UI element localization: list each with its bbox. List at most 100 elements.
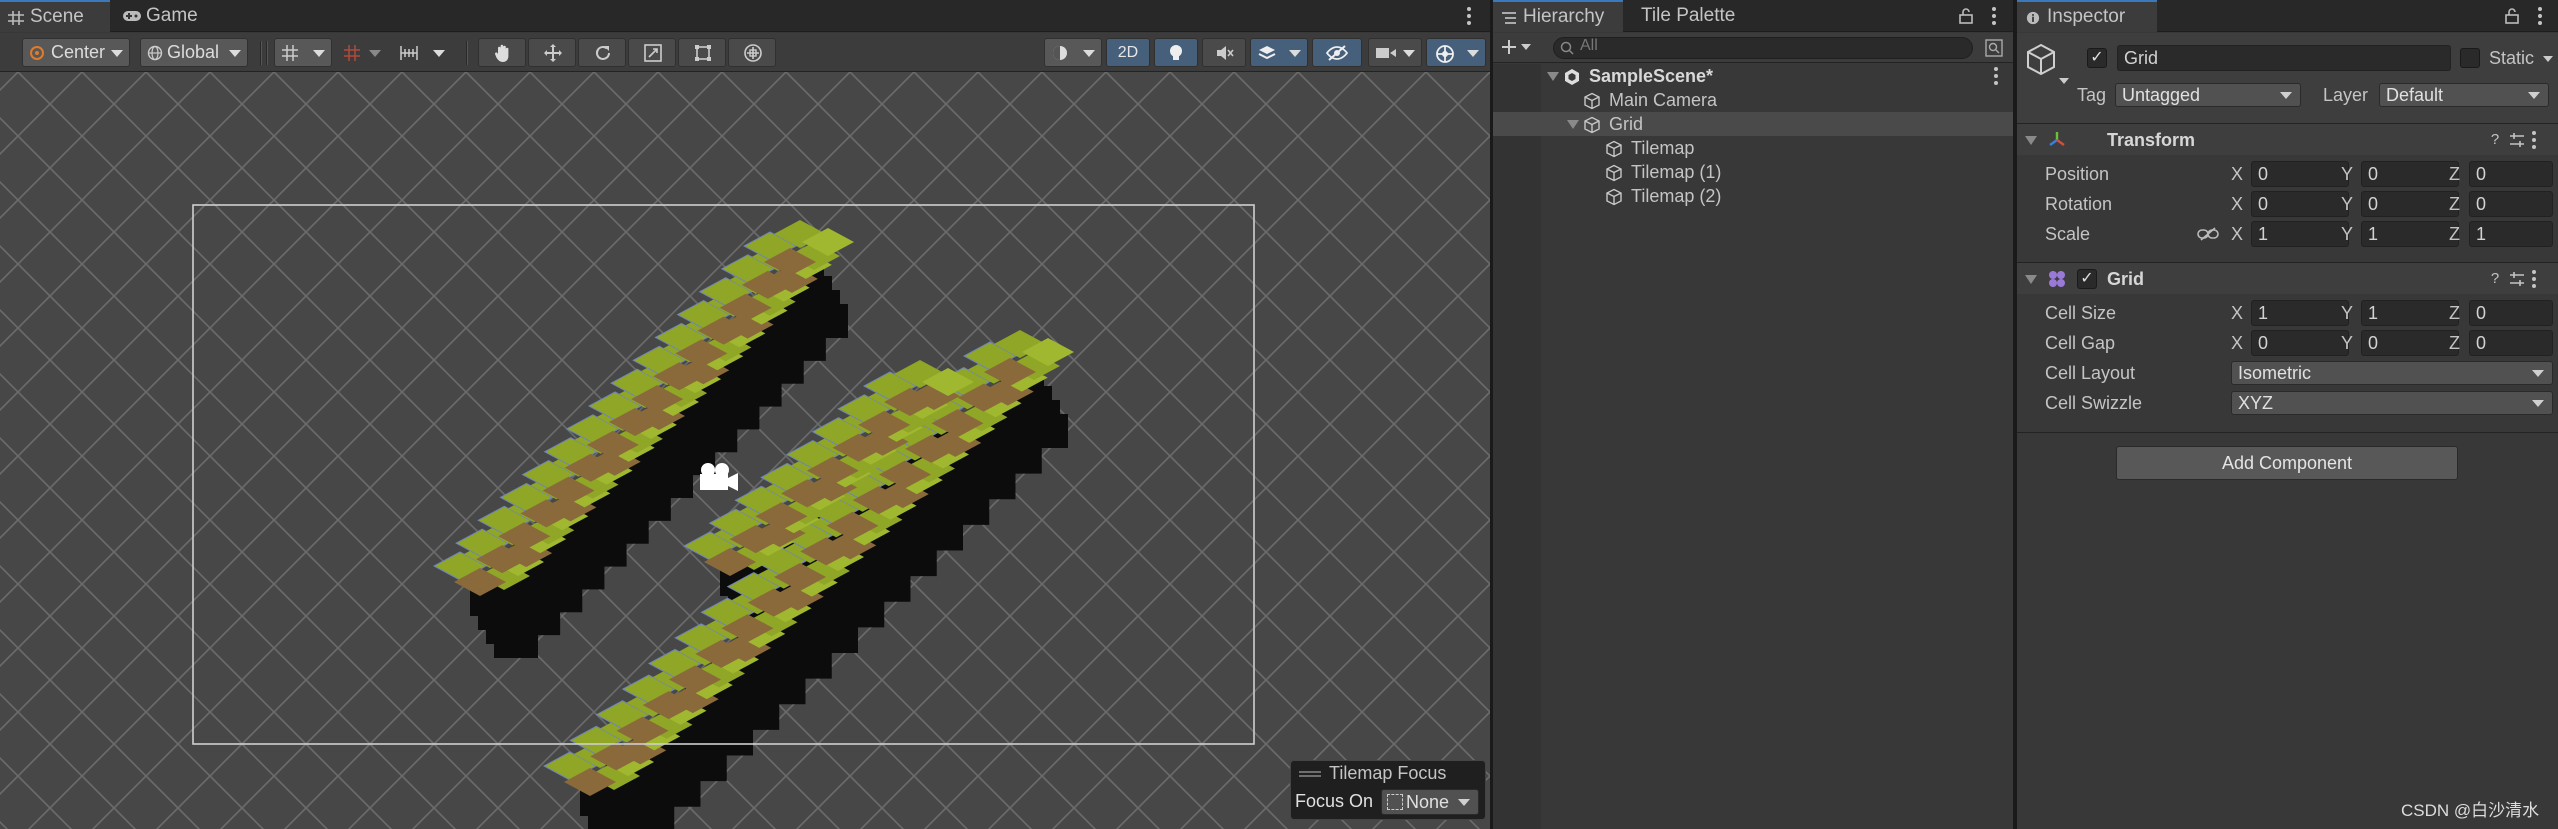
- panel-splitter[interactable]: [1490, 0, 1493, 829]
- scene-options-icon[interactable]: [1993, 66, 1999, 86]
- tab-inspector[interactable]: Inspector: [2017, 0, 2157, 32]
- position-y-field[interactable]: 0: [2361, 161, 2459, 187]
- chevron-down-icon[interactable]: [2543, 56, 2553, 62]
- audio-toggle[interactable]: [1202, 38, 1246, 67]
- help-icon[interactable]: ?: [2487, 132, 2503, 148]
- scene-visibility-toggle[interactable]: [1312, 38, 1362, 67]
- scale-tool-button[interactable]: [628, 38, 676, 67]
- scale-y-field[interactable]: 1: [2361, 221, 2459, 247]
- hierarchy-tabbar: Hierarchy Tile Palette: [1493, 0, 2013, 32]
- hand-tool-button[interactable]: [478, 38, 526, 67]
- grid-component-header[interactable]: ✓ Grid ?: [2017, 262, 2558, 294]
- scene-more-menu-icon[interactable]: [1466, 6, 1472, 26]
- rect-tool-button[interactable]: [678, 38, 726, 67]
- transform-header[interactable]: Transform ?: [2017, 123, 2558, 155]
- tab-game[interactable]: Game: [116, 0, 216, 32]
- hierarchy-row-main-camera[interactable]: Main Camera: [1493, 88, 2013, 112]
- hierarchy-toolbar: All: [1493, 33, 2013, 63]
- rotation-x-field[interactable]: 0: [2251, 191, 2349, 217]
- layer-value: Default: [2386, 85, 2444, 105]
- hierarchy-search-input[interactable]: All: [1553, 37, 1973, 59]
- create-dropdown[interactable]: [1501, 35, 1541, 59]
- chevron-down-icon: [1458, 799, 1470, 806]
- cell-swizzle-dropdown[interactable]: XYZ: [2231, 391, 2553, 415]
- tab-hierarchy[interactable]: Hierarchy: [1493, 0, 1623, 32]
- hierarchy-row-samplescene[interactable]: SampleScene*: [1493, 64, 2013, 88]
- tab-tile-palette[interactable]: Tile Palette: [1629, 0, 1789, 32]
- drag-handle-icon[interactable]: [1299, 771, 1321, 779]
- grid-snap-button[interactable]: [274, 38, 332, 67]
- component-menu-icon[interactable]: [2531, 130, 2537, 150]
- hierarchy-row-tilemap[interactable]: Tilemap: [1493, 136, 2013, 160]
- axis-y-label: Y: [2341, 164, 2354, 184]
- axis-x-label: X: [2231, 333, 2244, 353]
- scale-icon: [644, 44, 662, 62]
- rotate-tool-button[interactable]: [578, 38, 626, 67]
- rotation-y-field[interactable]: 0: [2361, 191, 2459, 217]
- static-checkbox[interactable]: [2460, 48, 2480, 68]
- lighting-toggle[interactable]: [1154, 38, 1198, 67]
- cell-gap-y-field[interactable]: 0: [2361, 330, 2459, 356]
- camera-dropdown[interactable]: [1368, 38, 1422, 67]
- scale-z-value: 1: [2476, 224, 2487, 244]
- grid-enabled-checkbox[interactable]: ✓: [2077, 269, 2097, 289]
- align-snap-button[interactable]: [394, 38, 452, 67]
- lock-icon[interactable]: [2505, 8, 2519, 24]
- position-x-value: 0: [2258, 164, 2269, 184]
- object-name-field[interactable]: Grid: [2117, 45, 2451, 71]
- 2d-mode-toggle[interactable]: 2D: [1106, 38, 1150, 67]
- axis-z-label: Z: [2449, 224, 2460, 244]
- position-x-field[interactable]: 0: [2251, 161, 2349, 187]
- transform-tool-button[interactable]: [728, 38, 776, 67]
- help-icon[interactable]: ?: [2487, 271, 2503, 287]
- inspector-more-menu-icon[interactable]: [2537, 6, 2543, 26]
- rotation-z-field[interactable]: 0: [2469, 191, 2553, 217]
- layer-dropdown[interactable]: Default: [2379, 83, 2549, 107]
- effects-dropdown[interactable]: [1250, 38, 1308, 67]
- position-z-field[interactable]: 0: [2469, 161, 2553, 187]
- gameobject-cube-icon[interactable]: [2025, 43, 2059, 79]
- scale-z-field[interactable]: 1: [2469, 221, 2553, 247]
- draw-mode-dropdown[interactable]: [1044, 38, 1102, 67]
- search-icon: [1560, 41, 1574, 55]
- pivot-mode-dropdown[interactable]: Center: [22, 38, 130, 67]
- presets-icon[interactable]: [2509, 132, 2525, 148]
- cell-size-y-field[interactable]: 1: [2361, 300, 2459, 326]
- hierarchy-row-tilemap-1[interactable]: Tilemap (1): [1493, 160, 2013, 184]
- gizmos-dropdown[interactable]: [1426, 38, 1486, 67]
- expand-arrow-icon[interactable]: [1547, 72, 1559, 81]
- chevron-down-icon: [2528, 92, 2540, 99]
- collapse-arrow-icon[interactable]: [2025, 136, 2037, 145]
- cell-layout-dropdown[interactable]: Isometric: [2231, 361, 2553, 385]
- lock-icon[interactable]: [1959, 8, 1973, 24]
- grid-component-title: Grid: [2107, 269, 2145, 289]
- focus-on-dropdown[interactable]: None: [1381, 789, 1479, 815]
- hierarchy-more-menu-icon[interactable]: [1991, 6, 1997, 26]
- cell-size-z-field[interactable]: 0: [2469, 300, 2553, 326]
- scene-viewport[interactable]: [0, 72, 1490, 829]
- expand-arrow-icon[interactable]: [1567, 120, 1579, 129]
- static-label: Static: [2489, 48, 2535, 68]
- scene-view-canvas[interactable]: [0, 72, 1490, 829]
- increment-snap-button[interactable]: [338, 38, 388, 67]
- tag-dropdown[interactable]: Untagged: [2115, 83, 2301, 107]
- add-component-button[interactable]: Add Component: [2116, 446, 2458, 480]
- move-tool-button[interactable]: [528, 38, 576, 67]
- active-checkbox[interactable]: ✓: [2087, 48, 2107, 68]
- panel-splitter[interactable]: [2013, 0, 2017, 829]
- chevron-down-icon[interactable]: [2059, 78, 2069, 84]
- component-menu-icon[interactable]: [2531, 269, 2537, 289]
- search-filter-icon[interactable]: [1985, 39, 2003, 57]
- cell-gap-z-field[interactable]: 0: [2469, 330, 2553, 356]
- cell-gap-x-field[interactable]: 0: [2251, 330, 2349, 356]
- scale-x-field[interactable]: 1: [2251, 221, 2349, 247]
- constrain-proportions-link-icon[interactable]: [2197, 227, 2219, 241]
- collapse-arrow-icon[interactable]: [2025, 275, 2037, 284]
- cell-size-x-field[interactable]: 1: [2251, 300, 2349, 326]
- hierarchy-row-tilemap-2[interactable]: Tilemap (2): [1493, 184, 2013, 208]
- hierarchy-item-label: Tilemap: [1631, 138, 1695, 158]
- hierarchy-row-grid[interactable]: Grid: [1493, 112, 2013, 136]
- pivot-rotation-dropdown[interactable]: Global: [140, 38, 248, 67]
- presets-icon[interactable]: [2509, 271, 2525, 287]
- tab-scene[interactable]: Scene: [0, 0, 110, 32]
